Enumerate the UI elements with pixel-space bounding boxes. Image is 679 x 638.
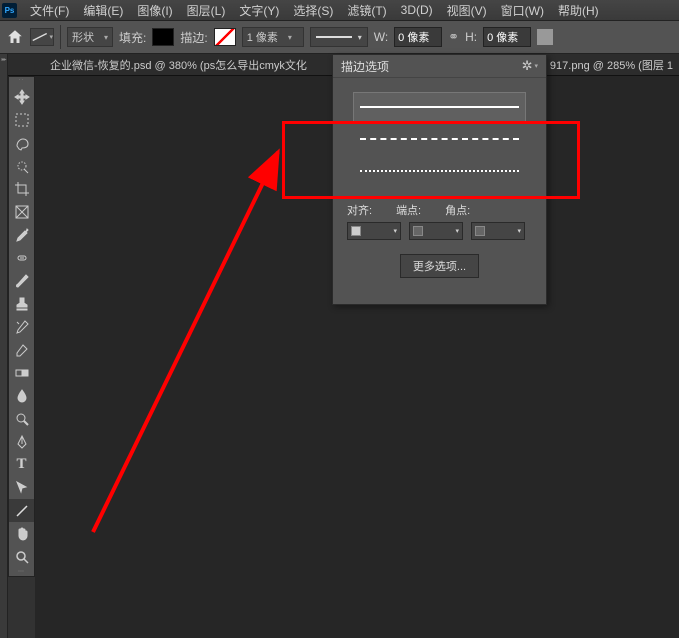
document-tab-1[interactable]: 企业微信-恢复的.psd @ 380% (ps怎么导出cmyk文化 [42,57,315,73]
gear-icon[interactable]: ✲ [522,58,533,74]
eraser-tool[interactable] [9,338,34,361]
height-input[interactable]: 0 像素 [483,27,531,47]
line-tool[interactable] [9,499,34,522]
caps-label: 端点: [396,202,421,218]
stamp-tool[interactable] [9,292,34,315]
stroke-width-input[interactable]: 1 像素▾ [242,27,304,47]
align-label: 对齐: [347,202,372,218]
options-bar: ▾ 形状▾ 填充: 描边: 1 像素▾ ▾ W: 0 像素 ⚭ H: 0 像素 [0,21,679,54]
menu-view[interactable]: 视图(V) [440,2,494,19]
stroke-label: 描边: [180,29,207,46]
menu-bar: Ps 文件(F) 编辑(E) 图像(I) 图层(L) 文字(Y) 选择(S) 滤… [0,0,679,21]
eyedropper-tool[interactable] [9,223,34,246]
menu-select[interactable]: 选择(S) [286,2,340,19]
height-label: H: [465,30,477,44]
menu-filter[interactable]: 滤镜(T) [340,2,393,19]
menu-window[interactable]: 窗口(W) [494,2,551,19]
history-brush-tool[interactable] [9,315,34,338]
popup-title: 描边选项 [341,58,389,75]
menu-file[interactable]: 文件(F) [23,2,76,19]
zoom-tool[interactable] [9,545,34,568]
stroke-style-list [333,78,546,196]
toolbox-grip[interactable]: ∙∙ [9,77,34,85]
blur-tool[interactable] [9,384,34,407]
stroke-style-dashed[interactable] [353,124,526,154]
move-tool[interactable] [9,85,34,108]
toolbox-more[interactable]: ⋯ [9,568,34,576]
marquee-tool[interactable] [9,108,34,131]
toolbox: ∙∙ T ⋯ [8,76,35,577]
ps-logo: Ps [2,3,17,18]
stroke-options-popup: 描边选项 ✲▾ 对齐: 端点: 角点: ▾ ▾ ▾ 更多选项... [332,54,547,305]
menu-3d[interactable]: 3D(D) [394,3,440,17]
align-dropdown[interactable]: ▾ [347,222,401,240]
frame-tool[interactable] [9,200,34,223]
menu-layer[interactable]: 图层(L) [180,2,233,19]
healing-tool[interactable] [9,246,34,269]
more-options-button[interactable]: 更多选项... [400,254,479,278]
align-inside-icon [351,226,361,236]
brush-tool[interactable] [9,269,34,292]
stroke-style-dropdown[interactable]: ▾ [310,27,368,47]
crop-tool[interactable] [9,177,34,200]
type-tool[interactable]: T [9,453,34,476]
path-select-tool[interactable] [9,476,34,499]
document-tab-2[interactable]: 917.png @ 285% (图层 1 [542,57,679,73]
corner-miter-icon [475,226,485,236]
caps-dropdown[interactable]: ▾ [409,222,463,240]
stroke-style-dotted[interactable] [353,156,526,186]
quick-select-tool[interactable] [9,154,34,177]
pen-tool[interactable] [9,430,34,453]
stroke-swatch[interactable] [214,28,236,46]
menu-image[interactable]: 图像(I) [130,2,179,19]
lasso-tool[interactable] [9,131,34,154]
gradient-tool[interactable] [9,361,34,384]
link-icon[interactable]: ⚭ [448,29,459,45]
stroke-style-solid[interactable] [353,92,526,122]
fill-label: 填充: [119,29,146,46]
hand-tool[interactable] [9,522,34,545]
dodge-tool[interactable] [9,407,34,430]
fill-swatch[interactable] [152,28,174,46]
corners-label: 角点: [445,202,470,218]
left-gutter: ▸▸ [0,54,8,638]
shape-mode-label: 形状 [72,29,94,45]
corners-dropdown[interactable]: ▾ [471,222,525,240]
menu-type[interactable]: 文字(Y) [232,2,286,19]
width-input[interactable]: 0 像素 [394,27,442,47]
menu-edit[interactable]: 编辑(E) [76,2,130,19]
home-icon[interactable] [6,28,24,46]
shape-mode-dropdown[interactable]: 形状▾ [67,27,113,47]
width-label: W: [374,30,388,44]
tool-preset-line[interactable]: ▾ [30,28,54,46]
caps-butt-icon [413,226,423,236]
menu-help[interactable]: 帮助(H) [551,2,606,19]
align-icon[interactable] [537,29,553,45]
